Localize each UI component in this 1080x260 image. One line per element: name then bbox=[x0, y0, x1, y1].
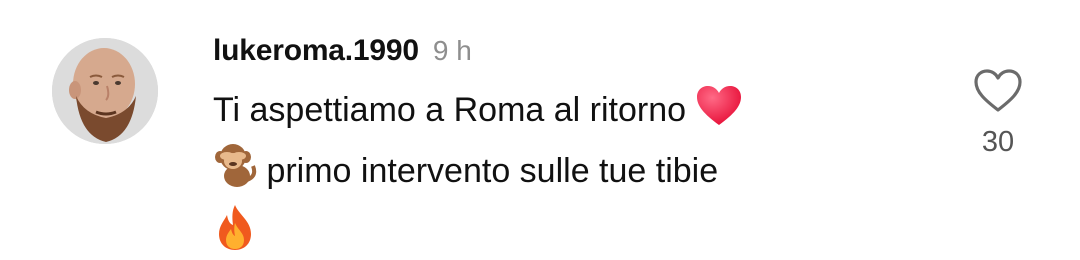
comment-item: lukeroma.1990 9 h Ti aspettiamo a Roma a… bbox=[0, 0, 1080, 260]
username[interactable]: lukeroma.1990 bbox=[213, 34, 419, 68]
comment-line-1-text: Ti aspettiamo a Roma al ritorno bbox=[213, 91, 687, 129]
red-heart-icon bbox=[696, 85, 742, 142]
comment-text: Ti aspettiamo a Roma al ritorno primo in… bbox=[213, 84, 933, 260]
comment-header: lukeroma.1990 9 h bbox=[213, 34, 472, 74]
avatar-image bbox=[52, 38, 158, 144]
heart-outline-icon[interactable] bbox=[973, 68, 1023, 114]
comment-line-3 bbox=[213, 203, 933, 260]
timestamp: 9 h bbox=[432, 35, 472, 66]
comment-line-2-text: primo intervento sulle tue tibie bbox=[266, 152, 719, 190]
like-area: 30 bbox=[960, 68, 1036, 159]
avatar[interactable] bbox=[52, 38, 158, 144]
comment-line-2: primo intervento sulle tue tibie bbox=[213, 142, 933, 203]
comment-line-1: Ti aspettiamo a Roma al ritorno bbox=[213, 84, 933, 142]
like-count: 30 bbox=[981, 126, 1015, 158]
see-no-evil-monkey-icon bbox=[213, 142, 257, 203]
fire-icon bbox=[213, 203, 257, 260]
